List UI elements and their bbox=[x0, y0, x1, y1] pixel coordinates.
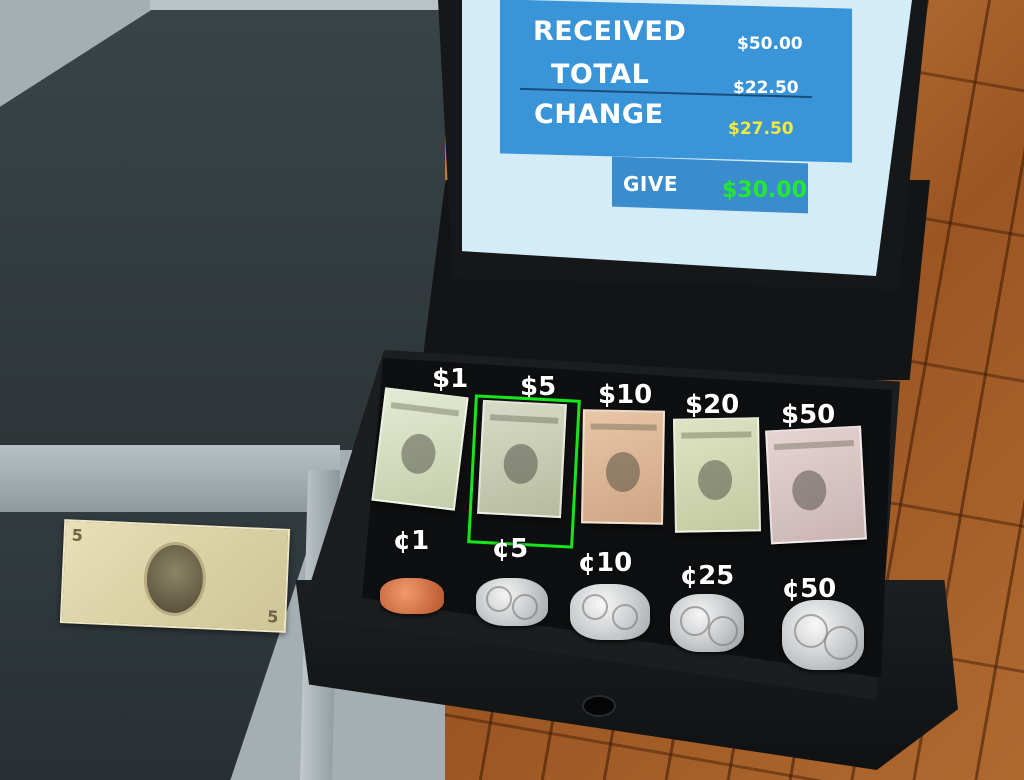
received-value: $50.00 bbox=[737, 34, 803, 54]
bill-label-50: $50 bbox=[781, 400, 836, 430]
change-value: $27.50 bbox=[728, 119, 794, 139]
bill-corner-mark: 5 bbox=[71, 525, 84, 545]
checkout-scene: 5 5 RECEIVED $50.00 TOTAL $22.50 CHANGE … bbox=[0, 0, 1024, 780]
coin-rim bbox=[824, 626, 858, 660]
coin-label-1: ¢1 bbox=[393, 526, 430, 556]
coin-pile-25[interactable] bbox=[670, 594, 744, 652]
bill-stack-20[interactable] bbox=[673, 417, 761, 533]
bill-stripe bbox=[590, 423, 657, 431]
bill-stripe bbox=[681, 431, 752, 439]
five-dollar-bill-icon[interactable]: 5 5 bbox=[59, 519, 291, 633]
coin-label-10: ¢10 bbox=[578, 548, 633, 578]
coin-rim bbox=[794, 614, 828, 648]
bill-stack-1[interactable] bbox=[371, 387, 469, 511]
bill-corner-mark: 5 bbox=[266, 607, 279, 627]
total-label: TOTAL bbox=[551, 59, 650, 90]
coin-rim bbox=[486, 586, 512, 612]
coin-label-25: ¢25 bbox=[680, 561, 735, 591]
coin-pile-10[interactable] bbox=[570, 584, 650, 640]
give-value: $30.00 bbox=[722, 178, 807, 203]
coin-rim bbox=[612, 604, 638, 630]
coin-rim bbox=[708, 616, 738, 646]
bill-stripe bbox=[489, 414, 559, 424]
coin-rim bbox=[582, 594, 608, 620]
conveyor-divider-rail bbox=[0, 445, 340, 515]
bill-face bbox=[697, 459, 733, 501]
bill-stripe bbox=[773, 439, 855, 451]
coin-pile-50[interactable] bbox=[782, 600, 864, 670]
received-label: RECEIVED bbox=[533, 16, 687, 47]
coin-label-5: ¢5 bbox=[492, 534, 529, 564]
bill-stack-5[interactable] bbox=[477, 399, 567, 519]
bill-label-5: $5 bbox=[520, 372, 557, 402]
coin-pile-1[interactable] bbox=[380, 578, 444, 614]
bill-stripe bbox=[390, 402, 459, 417]
drawer-handle[interactable] bbox=[582, 695, 616, 717]
bill-face bbox=[791, 469, 828, 512]
bill-label-20: $20 bbox=[685, 390, 740, 420]
give-label: GIVE bbox=[623, 172, 678, 196]
bill-label-10: $10 bbox=[598, 380, 653, 410]
coin-rim bbox=[512, 594, 538, 620]
bill-portrait bbox=[142, 540, 208, 618]
bill-face bbox=[502, 443, 539, 485]
coin-rim bbox=[680, 606, 710, 636]
bill-label-1: $1 bbox=[432, 364, 469, 394]
bill-face bbox=[605, 451, 641, 493]
bill-face bbox=[399, 431, 438, 476]
bill-stack-10[interactable] bbox=[581, 409, 665, 525]
change-label: CHANGE bbox=[534, 99, 664, 130]
bill-stack-50[interactable] bbox=[765, 425, 867, 545]
coin-pile-5[interactable] bbox=[476, 578, 548, 626]
